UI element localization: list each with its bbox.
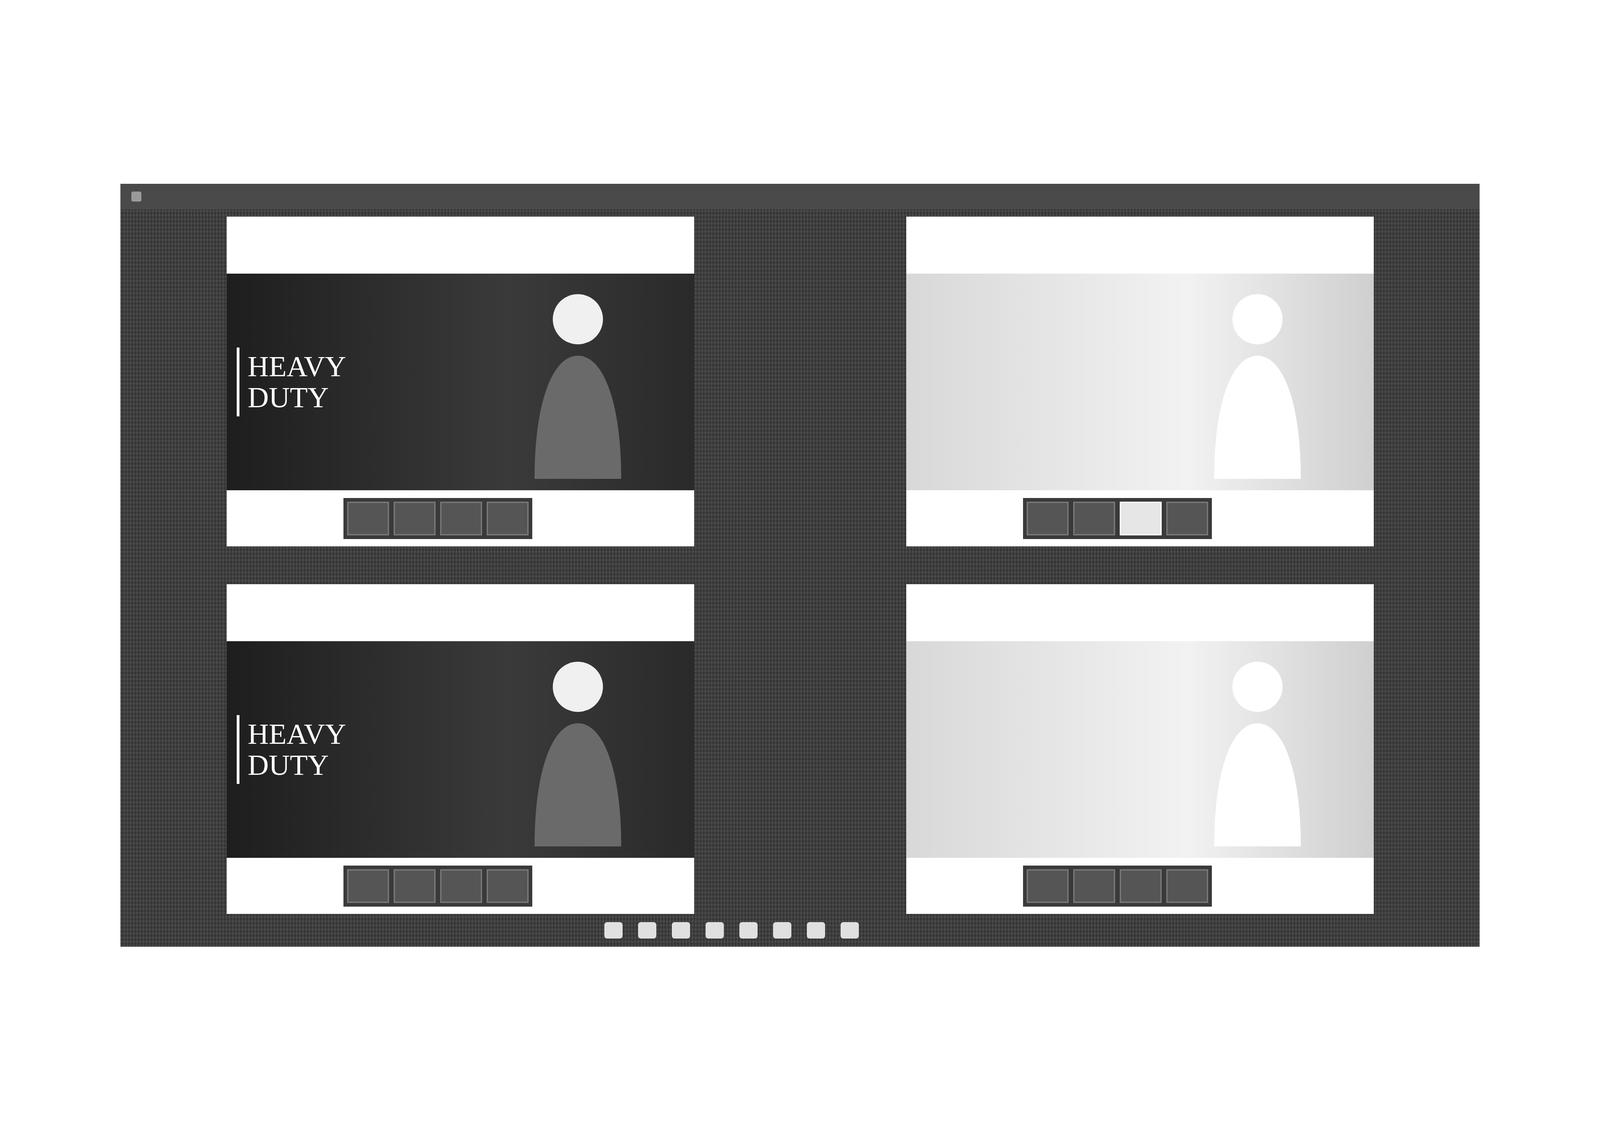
hero-banner[interactable] [906, 273, 1374, 491]
thumbnail[interactable] [347, 869, 390, 904]
thumbnail[interactable] [1119, 869, 1162, 904]
thumbnail-strip [1023, 865, 1212, 907]
thumbnail[interactable] [440, 869, 483, 904]
browser-window[interactable] [906, 584, 1374, 915]
window-footer [226, 857, 695, 915]
window-footer [906, 490, 1374, 547]
thumbnail[interactable] [486, 501, 529, 536]
person-icon [525, 654, 631, 847]
window-header [906, 584, 1374, 642]
thumbnail[interactable] [1073, 869, 1116, 904]
person-icon [525, 287, 631, 479]
dock [604, 922, 859, 939]
thumbnail[interactable] [1166, 501, 1209, 536]
window-header [226, 584, 695, 642]
app-icon[interactable] [773, 922, 792, 939]
app-icon[interactable] [604, 922, 623, 939]
browser-window[interactable]: HEAVY DUTY [226, 216, 695, 547]
thumbnail[interactable] [440, 501, 483, 536]
hero-banner[interactable]: HEAVY DUTY [226, 641, 695, 858]
thumbnail-strip [1023, 498, 1212, 540]
thumbnail[interactable] [1026, 501, 1069, 536]
hero-title: HEAVY DUTY [236, 715, 402, 784]
thumbnail[interactable] [347, 501, 390, 536]
thumbnail[interactable] [1073, 501, 1116, 536]
thumbnail[interactable] [1119, 501, 1162, 536]
person-icon [1205, 287, 1310, 479]
window-header [906, 216, 1374, 274]
hero-banner[interactable]: HEAVY DUTY [226, 273, 695, 491]
person-icon [1205, 654, 1310, 847]
thumbnail[interactable] [393, 869, 436, 904]
menu-bar [120, 183, 1480, 210]
window-area: HEAVY DUTY HEAVY DUTY [120, 209, 1480, 915]
thumbnail[interactable] [393, 501, 436, 536]
hero-banner[interactable] [906, 641, 1374, 858]
thumbnail[interactable] [1166, 869, 1209, 904]
app-icon[interactable] [638, 922, 657, 939]
app-icon[interactable] [840, 922, 859, 939]
hero-title: HEAVY DUTY [236, 347, 402, 416]
apple-icon[interactable] [131, 191, 142, 202]
app-icon[interactable] [705, 922, 724, 939]
desktop: HEAVY DUTY HEAVY DUTY [120, 183, 1480, 947]
thumbnail[interactable] [1026, 869, 1069, 904]
thumbnail-strip [343, 498, 533, 540]
app-icon[interactable] [739, 922, 758, 939]
app-icon[interactable] [671, 922, 691, 939]
window-footer [226, 490, 695, 547]
browser-window[interactable] [906, 216, 1374, 547]
thumbnail-strip [343, 865, 533, 907]
browser-window[interactable]: HEAVY DUTY [226, 584, 695, 915]
thumbnail[interactable] [486, 869, 529, 904]
window-header [226, 216, 695, 274]
window-footer [906, 857, 1374, 915]
app-icon[interactable] [806, 922, 826, 939]
